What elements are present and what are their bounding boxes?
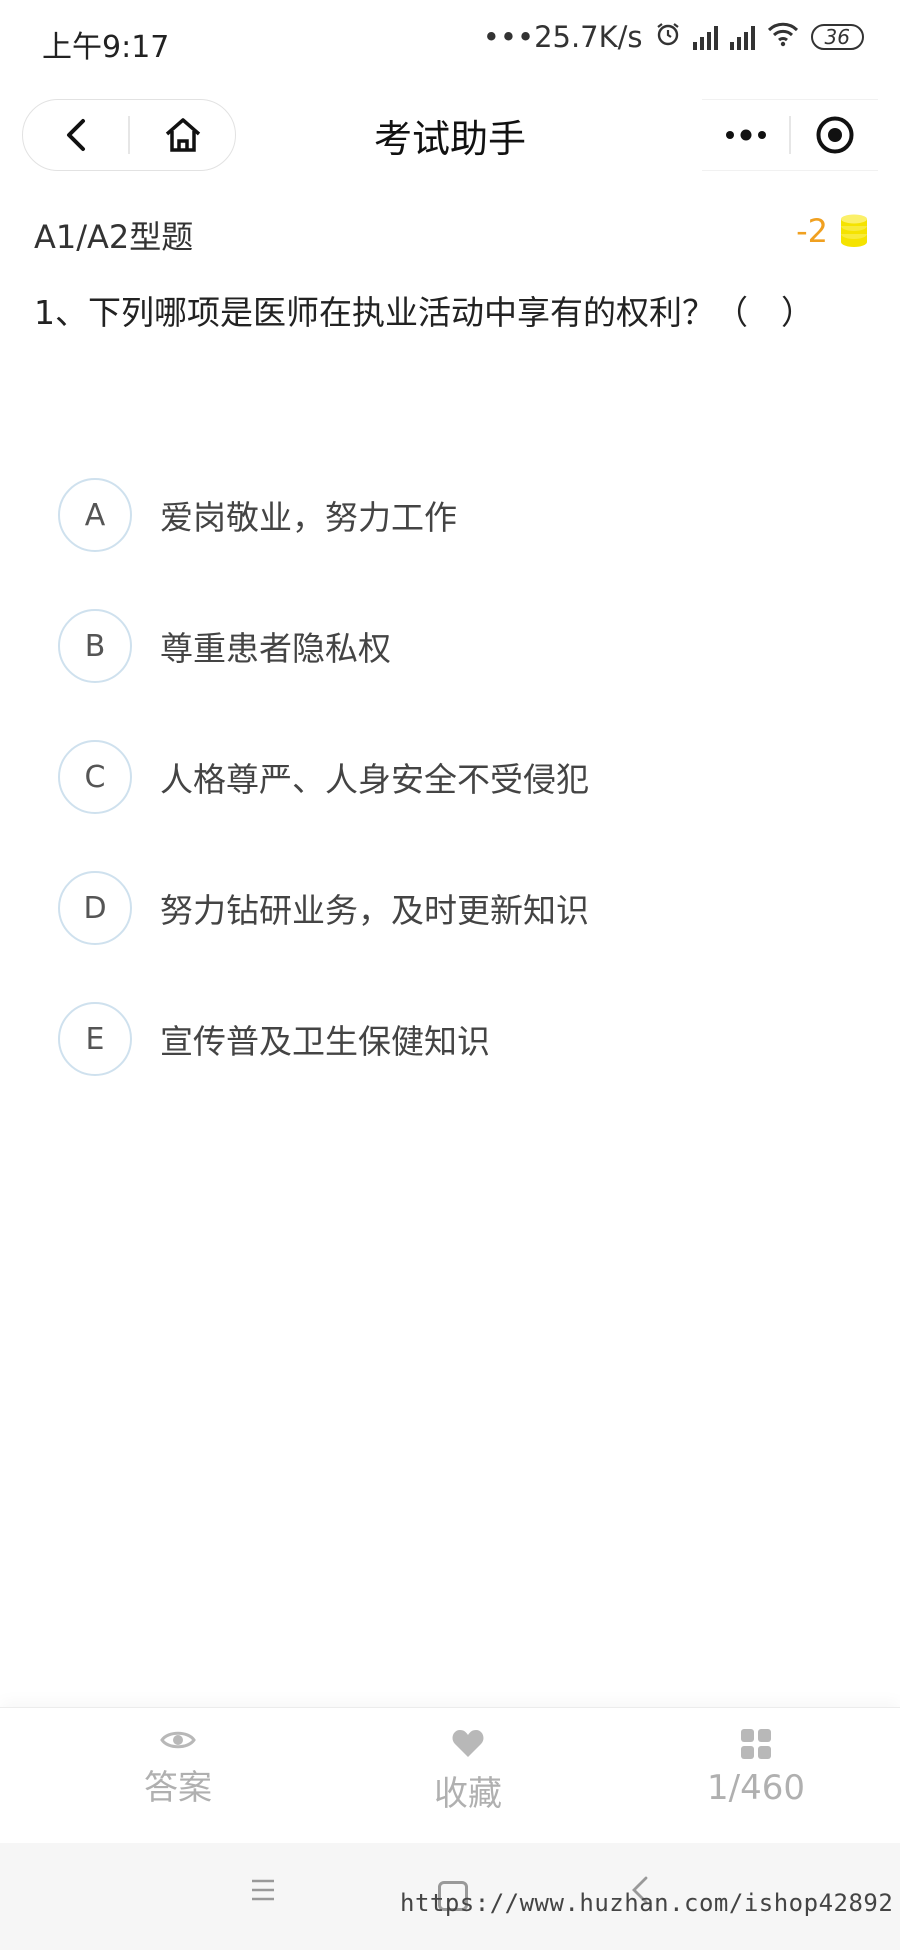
menu-icon — [252, 1879, 274, 1901]
option-letter: E — [58, 1002, 132, 1076]
nav-bar: 考试助手 — [0, 96, 900, 174]
status-time: 上午9:17 — [42, 30, 170, 65]
menu-button[interactable] — [250, 1878, 276, 1906]
battery-icon: 36 — [810, 24, 864, 50]
watermark: https://www.huzhan.com/ishop42892 — [400, 1889, 894, 1917]
status-indicators: •••25.7K/s 36 — [483, 20, 864, 54]
page-counter: 1/460 — [707, 1768, 805, 1808]
option-b[interactable]: B 尊重患者隐私权 — [58, 609, 858, 683]
option-letter: A — [58, 478, 132, 552]
eye-icon — [160, 1731, 196, 1749]
question-type: A1/A2型题 — [34, 218, 194, 256]
question-index-button[interactable]: 1/460 — [646, 1728, 866, 1808]
option-d[interactable]: D 努力钻研业务，及时更新知识 — [58, 871, 858, 945]
wifi-icon — [767, 20, 799, 54]
option-a[interactable]: A 爱岗敬业，努力工作 — [58, 478, 858, 552]
bottom-toolbar: 答案 收藏 1/460 — [0, 1707, 900, 1844]
nav-capsule-right — [702, 99, 878, 171]
option-letter: B — [58, 609, 132, 683]
option-letter: D — [58, 871, 132, 945]
record-icon — [816, 116, 853, 154]
option-text: 人格尊严、人身安全不受侵犯 — [160, 760, 589, 799]
question-text: 1、下列哪项是医师在执业活动中享有的权利？（ ） — [34, 293, 814, 332]
signal-icon — [692, 24, 718, 50]
answer-button[interactable]: 答案 — [68, 1728, 288, 1809]
coin-stack-icon — [841, 214, 867, 247]
network-speed: •••25.7K/s — [482, 20, 643, 54]
option-text: 宣传普及卫生保健知识 — [160, 1022, 490, 1061]
option-text: 爱岗敬业，努力工作 — [160, 498, 457, 537]
more-icon — [725, 129, 766, 141]
option-letter: C — [58, 740, 132, 814]
option-text: 努力钻研业务，及时更新知识 — [160, 891, 589, 930]
option-c[interactable]: C 人格尊严、人身安全不受侵犯 — [58, 740, 858, 814]
favorite-button[interactable]: 收藏 — [358, 1728, 578, 1815]
heart-icon — [452, 1730, 484, 1757]
alarm-icon — [655, 20, 681, 54]
score-indicator: -2 — [796, 212, 870, 250]
answer-label: 答案 — [144, 1768, 212, 1808]
favorite-label: 收藏 — [434, 1774, 502, 1814]
grid-icon — [741, 1729, 771, 1759]
option-list: A 爱岗敬业，努力工作 B 尊重患者隐私权 C 人格尊严、人身安全不受侵犯 D … — [58, 478, 858, 1133]
option-text: 尊重患者隐私权 — [160, 629, 391, 668]
score-value: -2 — [796, 212, 828, 250]
signal-icon-2 — [729, 24, 755, 50]
status-bar: 上午9:17 •••25.7K/s 36 — [0, 0, 900, 82]
more-button[interactable] — [702, 100, 789, 170]
option-e[interactable]: E 宣传普及卫生保健知识 — [58, 1002, 858, 1076]
close-miniprogram-button[interactable] — [791, 100, 878, 170]
